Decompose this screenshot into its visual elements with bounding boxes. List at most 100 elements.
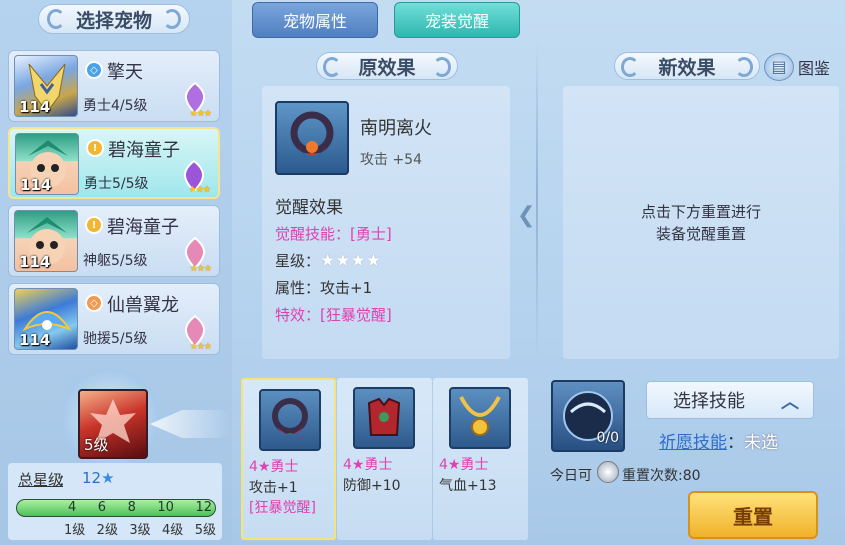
orb-counter: 0/0 [596,430,619,446]
reset-button[interactable]: 重置 [688,491,818,539]
pet-name: 碧海童子 [108,140,180,161]
level-mark: 3级 [129,523,151,538]
star-line-stars: ★★★★ [320,251,381,271]
new-effect-title: 新效果 [658,56,716,79]
pet-name: 仙兽翼龙 [107,295,179,316]
pet-avatar: 114 [14,55,78,117]
pet-avatar: 114 [14,288,78,350]
wish-skill-line: 祈愿技能：未选 [659,428,778,453]
reset-hint-line1: 点击下方重置进行 [640,202,761,221]
equip-rank: 4★勇士 [343,457,393,473]
right-curl-ornament [735,57,753,77]
pet-level: 114 [19,253,51,271]
fire-bracelet-icon [290,111,334,155]
pet-list-panel: 选择宠物 114 ◇ 擎天 勇士4/5级 ★★★ 114 ! 碧海童子 勇士5/… [0,0,232,545]
new-effect-banner: 新效果 [614,52,760,80]
pet-card-xianshou[interactable]: 114 ◇ 仙兽翼龙 驰援5/5级 ★★★ [8,283,220,355]
pet-list-title-banner: 选择宠物 [38,4,190,34]
pet-card-qingtian[interactable]: 114 ◇ 擎天 勇士4/5级 ★★★ [8,50,220,122]
star-line: 星级：★★★★ [275,250,381,271]
tab-label: 宠物属性 [282,12,347,31]
red-armor-icon [367,397,401,436]
pet-rank: 神躯5/5级 [83,253,148,269]
reset-button-label: 重置 [733,504,773,529]
pet-rank: 勇士4/5级 [83,98,148,114]
pet-level: 114 [19,331,51,349]
pet-class-badge-icon: ! [85,216,103,234]
select-skill-dropdown[interactable]: 选择技能 ︿ [646,381,814,419]
total-star-value: 12 [82,469,102,487]
awaken-skill-line: 觉醒技能：[勇士] [275,225,392,243]
codex-label: 图鉴 [798,59,831,78]
today-label: 今日可 [550,468,592,484]
star-mark: 8 [127,500,136,515]
wish-orb-frame[interactable]: 0/0 [551,380,625,452]
star-rating-icon: ★★★ [189,109,212,119]
special-effect-line: 特效：[狂暴觉醒] [275,306,392,324]
equip-slot-icon-frame [449,387,511,449]
chevron-left-icon: ❮ [517,203,536,228]
star-rating-icon: ★★★ [188,185,211,195]
gold-necklace-icon [459,396,501,436]
equip-stat: 气血+13 [439,478,497,494]
reset-token-icon [597,461,619,483]
total-star-label: 总星级 [18,471,64,489]
wish-skill-sep: ： [727,433,744,453]
level-mark: 1级 [64,523,86,538]
pet-avatar: 114 [14,210,78,272]
reset-hint-line2: 装备觉醒重置 [655,224,746,243]
pet-class-badge-icon: ◇ [85,61,103,79]
star-rating-icon: ★★★ [189,342,212,352]
equip-slot-2[interactable]: 4★勇士 防御+10 [337,378,432,540]
pet-class-badge-icon: ! [86,139,104,157]
equip-stat: 防御+10 [343,478,401,494]
pet-avatar: 114 [15,133,79,195]
tab-pet-attributes[interactable]: 宠物属性 [252,2,378,38]
pet-card-bihai-1[interactable]: 114 ! 碧海童子 勇士5/5级 ★★★ [8,127,220,199]
level-marks: 1级 2级 3级 4级 5级 [16,519,216,538]
reset-count-label: 重置次数:80 [622,468,701,484]
star-mark: 10 [157,500,174,515]
left-curl-ornament [323,57,341,77]
equip-rank: 4★勇士 [249,459,299,475]
skill-level-label: 5级 [84,436,109,454]
book-icon: ▤ [764,53,794,81]
tab-pet-awaken[interactable]: 宠装觉醒 [394,2,520,38]
star-mark: 12 [195,500,212,515]
equip-extra: [狂暴觉醒] [249,500,316,516]
star-line-label: 星级： [275,252,321,270]
left-curl-ornament [47,9,65,29]
star-icon: ★ [101,469,115,487]
awaken-window: 选择宠物 114 ◇ 擎天 勇士4/5级 ★★★ 114 ! 碧海童子 勇士5/… [0,0,845,545]
attribute-line: 属性：攻击+1 [275,279,373,297]
codex-button[interactable]: ▤ 图鉴 [764,52,840,82]
pet-list-title: 选择宠物 [75,9,152,32]
equip-slot-1[interactable]: 4★勇士 攻击+1 [狂暴觉醒] [241,378,336,540]
pet-rank: 驰援5/5级 [83,331,148,347]
original-effect-banner: 原效果 [316,52,458,80]
star-mark: 4 [68,500,77,515]
equip-icon-frame[interactable] [275,101,349,175]
equip-slot-icon-frame [259,389,321,451]
equip-slot-3[interactable]: 4★勇士 气血+13 [433,378,528,540]
pet-level: 114 [20,176,52,194]
equip-rank: 4★勇士 [439,457,489,473]
pet-name: 碧海童子 [107,217,179,238]
star-marks: 4 6 8 10 12 [16,500,216,516]
equip-name: 南明离火 [360,118,432,139]
total-star-value-wrap: 12★ [82,469,115,487]
wish-skill-label[interactable]: 祈愿技能 [659,433,727,453]
equip-stat: 攻击+1 [249,480,298,496]
star-progress-panel: 总星级 ： 12★ 4 6 8 10 12 1级 2级 3级 4级 5级 [8,463,222,540]
level-mark: 4级 [162,523,184,538]
star-mark: 6 [97,500,107,515]
skill-icon-frame[interactable]: 5级 [78,389,148,459]
level-mark: 2级 [96,523,118,538]
awaken-effect-title: 觉醒效果 [275,198,343,218]
equip-attack: 攻击 +54 [360,152,422,168]
select-skill-label: 选择技能 [673,391,745,412]
pet-name: 擎天 [107,62,143,83]
pet-card-bihai-2[interactable]: 114 ! 碧海童子 神躯5/5级 ★★★ [8,205,220,277]
total-star-sep: ： [58,471,74,489]
right-curl-ornament [433,57,451,77]
